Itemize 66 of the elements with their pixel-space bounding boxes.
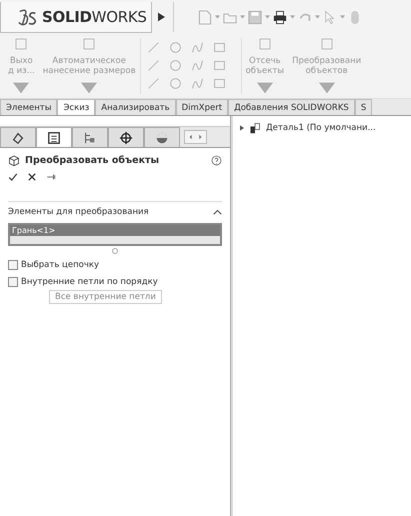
panel-tab[interactable] (36, 127, 72, 147)
caret-icon (13, 80, 30, 96)
caret-icon[interactable] (340, 15, 345, 19)
sketch-tool-icon[interactable] (212, 76, 226, 90)
ribbon-tab[interactable]: Добавления SOLIDWORKS (228, 99, 355, 115)
print-icon[interactable] (273, 10, 287, 24)
tool-icon (256, 36, 273, 52)
collapse-icon[interactable] (213, 209, 222, 215)
caret-icon[interactable] (215, 15, 220, 19)
ribbon-tab[interactable]: S (354, 99, 372, 115)
logo-text: SOLIDWORKS (42, 8, 147, 26)
caret-icon[interactable] (240, 15, 245, 19)
caret-icon[interactable] (265, 15, 270, 19)
sketch-tool-icon[interactable] (146, 58, 160, 72)
part-icon (249, 122, 261, 134)
sketch-tool-icon[interactable] (168, 58, 182, 72)
caret-icon[interactable] (290, 15, 295, 19)
checkbox[interactable] (8, 276, 18, 286)
tool-icon (13, 36, 30, 52)
sketch-tool-icon[interactable] (168, 76, 182, 90)
caret-icon (256, 80, 273, 96)
new-document-icon[interactable] (198, 10, 212, 24)
ribbon-tab[interactable]: Элементы (0, 99, 58, 115)
panel-tab[interactable] (108, 127, 144, 147)
cursor-icon[interactable] (323, 10, 337, 24)
panel-icon (155, 130, 169, 144)
expand-arrow-icon[interactable] (158, 12, 165, 22)
cube-icon (8, 154, 20, 166)
save-icon[interactable] (248, 10, 262, 24)
expand-arrow-icon[interactable] (240, 125, 244, 131)
sketch-tool-icon[interactable] (146, 40, 160, 54)
ribbon-tab[interactable]: Эскиз (57, 99, 96, 115)
section-title: Элементы для преобразования (8, 207, 149, 217)
tool-icon (81, 36, 98, 52)
caret-icon (81, 80, 98, 96)
panel-tab[interactable] (0, 127, 36, 147)
tab-scroll-arrows[interactable] (184, 130, 207, 144)
help-icon[interactable] (211, 154, 222, 166)
sketch-tool-icon[interactable] (168, 40, 182, 54)
panel-icon (47, 130, 61, 144)
solidworks-logo[interactable]: SOLIDWORKS (0, 2, 152, 32)
pin-icon[interactable] (46, 172, 56, 182)
sketch-tool-icon[interactable] (190, 40, 204, 54)
sketch-tool-icon[interactable] (212, 40, 226, 54)
ribbon-tab[interactable]: Анализировать (95, 99, 176, 115)
checkbox-label: Внутренние петли по порядку (21, 276, 158, 286)
selection-list[interactable]: Грань<1> (8, 223, 222, 246)
panel-icon (11, 130, 25, 144)
sketch-tool-icon[interactable] (190, 76, 204, 90)
sketch-tool-icon[interactable] (146, 76, 160, 90)
ok-check-icon[interactable] (8, 172, 18, 182)
sketch-tool-icon[interactable] (212, 58, 226, 72)
ds-logo-icon (17, 6, 39, 26)
panel-title: Преобразовать объекты (25, 154, 160, 166)
close-icon[interactable] (27, 172, 37, 182)
caret-icon (318, 80, 335, 96)
list-item[interactable]: Грань<1> (10, 225, 220, 236)
panel-icon (83, 130, 97, 144)
tree-item[interactable]: Деталь1 (По умолчани... (266, 123, 376, 133)
caret-icon[interactable] (315, 15, 320, 19)
ribbon-tab[interactable]: DimXpert (176, 99, 228, 115)
checkbox[interactable] (8, 260, 18, 270)
sketch-tool-icon[interactable] (190, 58, 204, 72)
panel-icon (119, 130, 133, 144)
checkbox-label: Выбрать цепочку (21, 260, 100, 270)
tool-icon (318, 36, 335, 52)
